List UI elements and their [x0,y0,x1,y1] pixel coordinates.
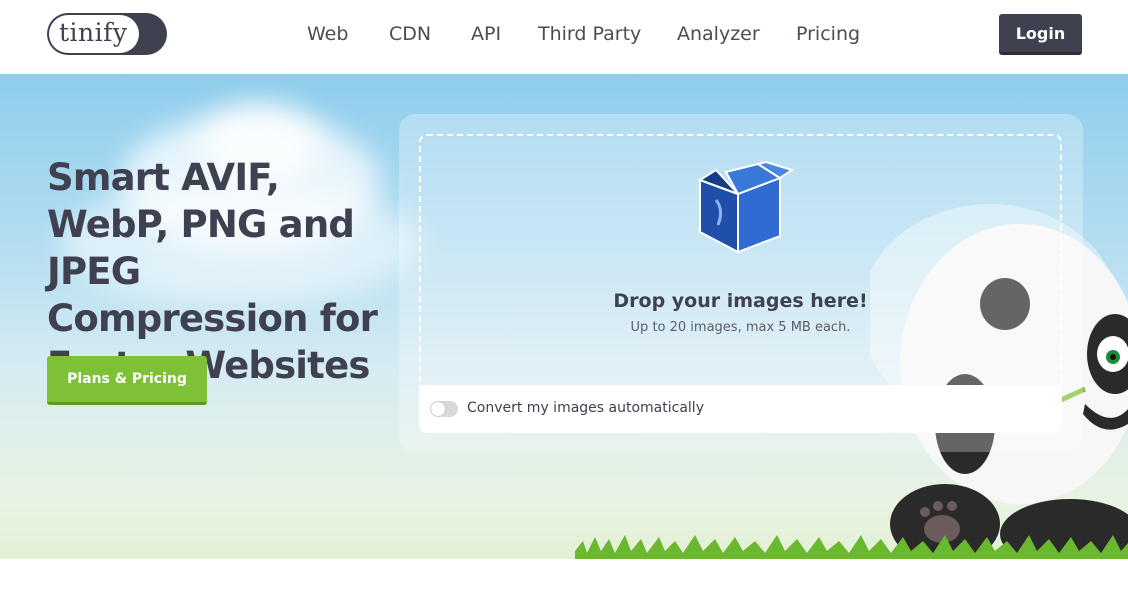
nav-api[interactable]: API [471,23,501,45]
hero-headline: Smart AVIF, WebP, PNG and JPEG Compressi… [47,156,378,387]
grass-strip [575,535,1128,559]
convert-label[interactable]: Convert my images automatically [467,400,704,416]
tinify-logo[interactable]: tinify [47,13,167,55]
dropzone-subtitle: Up to 20 images, max 5 MB each. [630,320,851,335]
nav-pricing[interactable]: Pricing [796,23,860,45]
nav-analyzer[interactable]: Analyzer [677,23,760,45]
convert-options-bar: Convert my images automatically [419,385,1062,433]
site-header: tinify Web CDN API Third Party Analyzer … [0,0,1128,74]
login-button[interactable]: Login [999,14,1082,55]
logo-text: tinify [59,18,128,47]
toggle-knob [431,402,445,416]
plans-pricing-button[interactable]: Plans & Pricing [47,356,207,405]
hero-section: Smart AVIF, WebP, PNG and JPEG Compressi… [0,74,1128,559]
logo-pill: tinify [49,15,139,53]
nav-third-party[interactable]: Third Party [538,23,641,45]
nav-cdn[interactable]: CDN [389,23,431,45]
box-icon [697,160,795,254]
dropzone-title: Drop your images here! [613,290,868,312]
convert-toggle[interactable] [430,401,458,417]
nav-web[interactable]: Web [307,23,348,45]
